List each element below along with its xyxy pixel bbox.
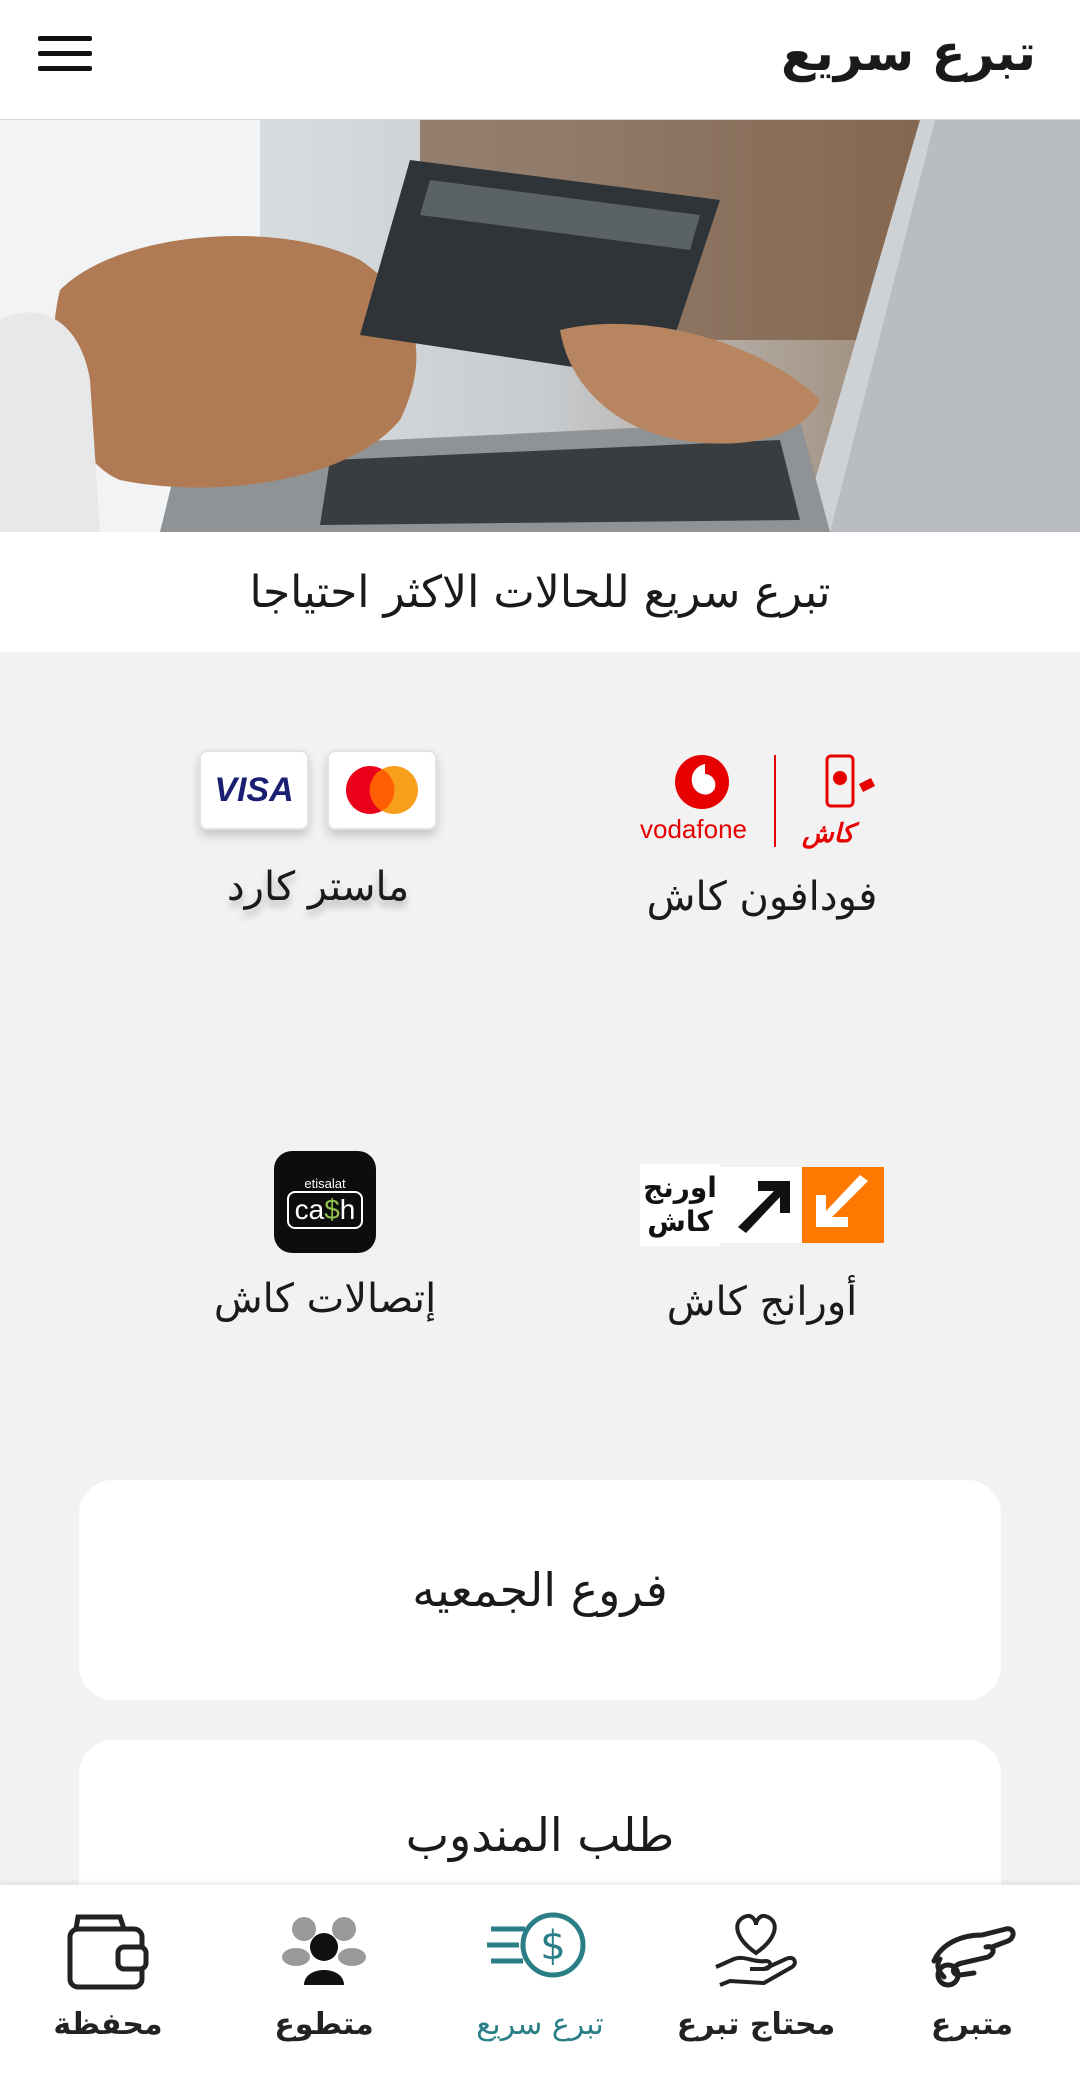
nav-item-fast-donate[interactable]: $ تبرع سريع: [432, 1885, 648, 2100]
visa-logo: VISA: [199, 750, 309, 830]
page-title: تبرع سريع: [780, 24, 1036, 82]
vodafone-cash-label: فودافون كاش: [646, 874, 878, 920]
heart-hand-icon: [715, 1914, 797, 1987]
etisalat-cash-logo: etisalat ca$h: [125, 1142, 525, 1262]
hero-image: [0, 120, 1080, 532]
nav-label-needs-donation: محتاج تبرع: [676, 2007, 836, 2042]
svg-text:$: $: [540, 1923, 565, 1969]
vodafone-cash-logo: vodafone كاش: [562, 740, 962, 860]
mastercard-logo: [327, 750, 437, 830]
nav-item-donor[interactable]: متبرع: [864, 1885, 1080, 2100]
volunteers-group-icon: [282, 1917, 366, 1985]
nav-label-wallet: محفظة: [53, 2007, 163, 2042]
vodafone-logo-ar: كاش: [801, 819, 860, 849]
bottom-navigation: محفظة متطوع $ تبرع سريع محتاج تبرع متبرع: [0, 1885, 1080, 2100]
request-delegate-button-label: طلب المندوب: [405, 1808, 675, 1862]
tagline-bar: تبرع سريع للحالات الاكثر احتياجا: [0, 532, 1080, 652]
orange-cash-label: أورانج كاش: [666, 1279, 858, 1325]
etisalat-cash-label: إتصالات كاش: [213, 1276, 437, 1322]
vodafone-logo-text: vodafone: [640, 814, 747, 844]
mastercard-option[interactable]: VISA ماستر كارد: [118, 730, 518, 910]
card-logos: VISA: [118, 730, 518, 850]
branches-button-label: فروع الجمعيه: [412, 1563, 668, 1617]
nav-label-donor: متبرع: [930, 2007, 1014, 2042]
nav-label-fast-donate: تبرع سريع: [476, 2007, 604, 2042]
tagline-text: تبرع سريع للحالات الاكثر احتياجا: [249, 566, 831, 618]
orange-cash-option[interactable]: اورنج كاش أورانج كاش: [562, 1145, 962, 1325]
mastercard-label: ماستر كارد: [226, 864, 410, 910]
nav-label-volunteer: متطوع: [274, 2007, 374, 2042]
nav-item-wallet[interactable]: محفظة: [0, 1885, 216, 2100]
fast-money-icon: $: [487, 1912, 586, 1978]
nav-item-needs-donation[interactable]: محتاج تبرع: [648, 1885, 864, 2100]
branches-button[interactable]: فروع الجمعيه: [79, 1480, 1001, 1700]
nav-item-volunteer[interactable]: متطوع: [216, 1885, 432, 2100]
app-header: تبرع سريع: [0, 0, 1080, 120]
wallet-icon: [67, 1914, 149, 1990]
vodafone-cash-option[interactable]: vodafone كاش فودافون كاش: [562, 740, 962, 920]
etisalat-cash-option[interactable]: etisalat ca$h إتصالات كاش: [125, 1142, 525, 1322]
orange-cash-logo: اورنج كاش: [562, 1145, 962, 1265]
donor-hand-icon: [931, 1926, 1016, 1988]
hamburger-menu-icon[interactable]: [32, 24, 102, 84]
